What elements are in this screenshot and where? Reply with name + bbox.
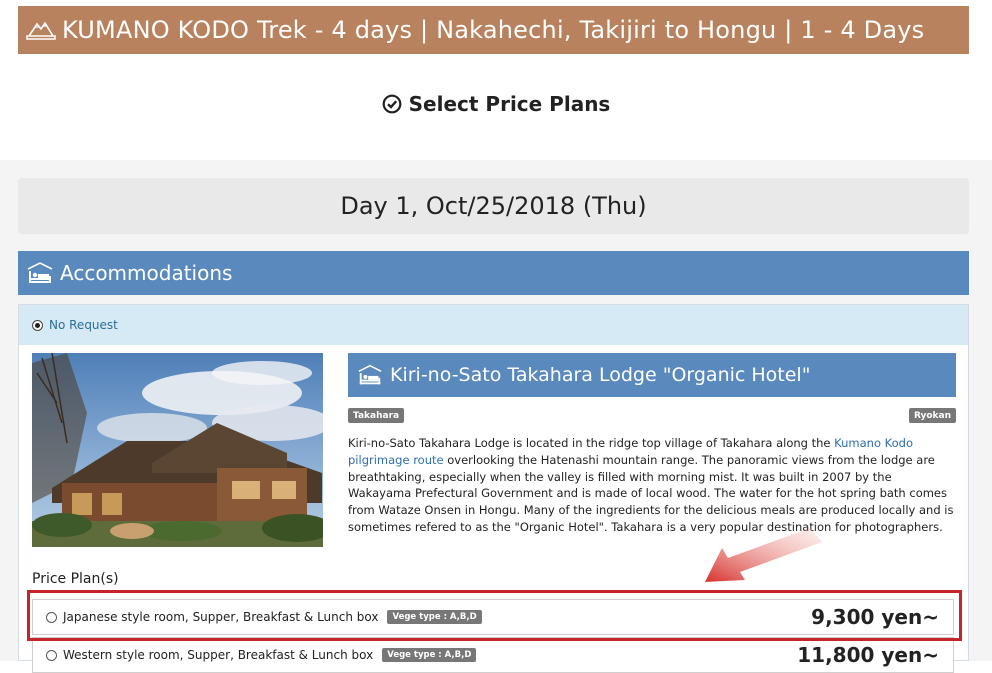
lodge-title-bar: Kiri-no-Sato Takahara Lodge "Organic Hot… — [348, 353, 956, 397]
plan-radio[interactable] — [46, 611, 57, 623]
vege-type-badge: Vege type : A,B,D — [387, 610, 482, 624]
no-request-radio[interactable] — [32, 319, 43, 331]
mountain-icon — [26, 18, 56, 42]
accommodation-panel: No Request Kiri-no-Sato Takahara Lodge "… — [18, 304, 969, 673]
price-plans-heading: Price Plan(s) — [32, 571, 119, 587]
day-heading: Day 1, Oct/25/2018 (Thu) — [18, 178, 969, 234]
vege-type-badge: Vege type : A,B,D — [382, 648, 477, 662]
day-label: Day 1, Oct/25/2018 (Thu) — [340, 192, 647, 220]
plan-name: Japanese style room, Supper, Breakfast &… — [63, 610, 379, 624]
bed-icon — [358, 364, 382, 385]
bed-icon — [27, 262, 53, 283]
trek-header: KUMANO KODO Trek - 4 days | Nakahechi, T… — [18, 6, 969, 54]
plan-name: Western style room, Supper, Breakfast & … — [63, 648, 374, 662]
price-plan-option[interactable]: Japanese style room, Supper, Breakfast &… — [32, 599, 954, 635]
no-request-option[interactable]: No Request — [19, 305, 968, 345]
description-text: Kiri-no-Sato Takahara Lodge is located i… — [348, 436, 835, 450]
lodge-photo — [32, 353, 323, 547]
plan-price: 9,300 yen~ — [811, 605, 939, 629]
check-circle-icon — [382, 94, 402, 114]
lodging-type-tag: Ryokan — [908, 408, 956, 423]
no-request-label: No Request — [49, 318, 118, 332]
area-tag: Takahara — [348, 408, 405, 423]
lodge-name: Kiri-no-Sato Takahara Lodge "Organic Hot… — [390, 364, 811, 386]
plan-radio[interactable] — [46, 649, 57, 661]
accommodations-label: Accommodations — [60, 261, 233, 285]
accommodations-header: Accommodations — [18, 251, 969, 295]
section-title-text: Select Price Plans — [408, 92, 611, 116]
trek-title: KUMANO KODO Trek - 4 days | Nakahechi, T… — [62, 16, 925, 44]
price-plan-option[interactable]: Western style room, Supper, Breakfast & … — [32, 637, 954, 673]
plan-price: 11,800 yen~ — [797, 643, 939, 667]
lodge-description: Kiri-no-Sato Takahara Lodge is located i… — [348, 435, 956, 536]
section-title: Select Price Plans — [0, 92, 992, 116]
